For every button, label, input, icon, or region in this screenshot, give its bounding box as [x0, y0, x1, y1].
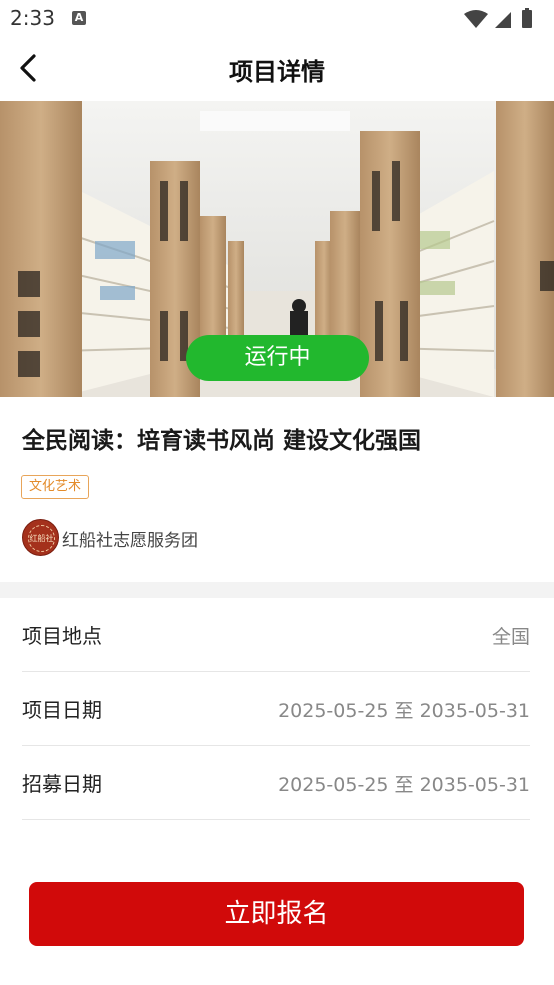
avatar: 红船社 — [22, 519, 59, 556]
status-time: 2:33 — [10, 6, 55, 30]
category-tag: 文化艺术 — [21, 475, 90, 499]
detail-row-recruit-date: 招募日期 2025-05-25 至 2035-05-31 — [22, 746, 530, 820]
project-title: 全民阅读：培育读书风尚 建设文化强国 — [22, 428, 422, 454]
status-bar: 2:33 A — [0, 0, 554, 38]
detail-value: 2025-05-25 至 2035-05-31 — [278, 700, 530, 722]
organization-name: 红船社志愿服务团 — [62, 531, 198, 551]
detail-value: 2025-05-25 至 2035-05-31 — [278, 774, 530, 796]
org-avatar-text: 红船社 — [28, 525, 55, 552]
bottom-action-bar: 立即报名 — [0, 856, 554, 985]
battery-icon — [522, 10, 532, 28]
signup-button[interactable]: 立即报名 — [29, 882, 524, 946]
detail-row-location: 项目地点 全国 — [22, 598, 530, 672]
section-divider — [0, 582, 554, 598]
detail-row-project-date: 项目日期 2025-05-25 至 2035-05-31 — [22, 672, 530, 746]
detail-value: 全国 — [491, 626, 530, 648]
notification-icon: A — [72, 11, 86, 25]
status-badge: 运行中 — [186, 335, 369, 381]
top-nav: 项目详情 — [0, 38, 554, 100]
page-title: 项目详情 — [229, 58, 325, 86]
detail-label: 项目地点 — [22, 624, 102, 648]
signal-icon — [495, 12, 511, 28]
detail-label: 项目日期 — [22, 698, 102, 722]
wifi-icon — [464, 10, 488, 28]
system-icons — [464, 8, 532, 28]
detail-label: 招募日期 — [22, 772, 102, 796]
